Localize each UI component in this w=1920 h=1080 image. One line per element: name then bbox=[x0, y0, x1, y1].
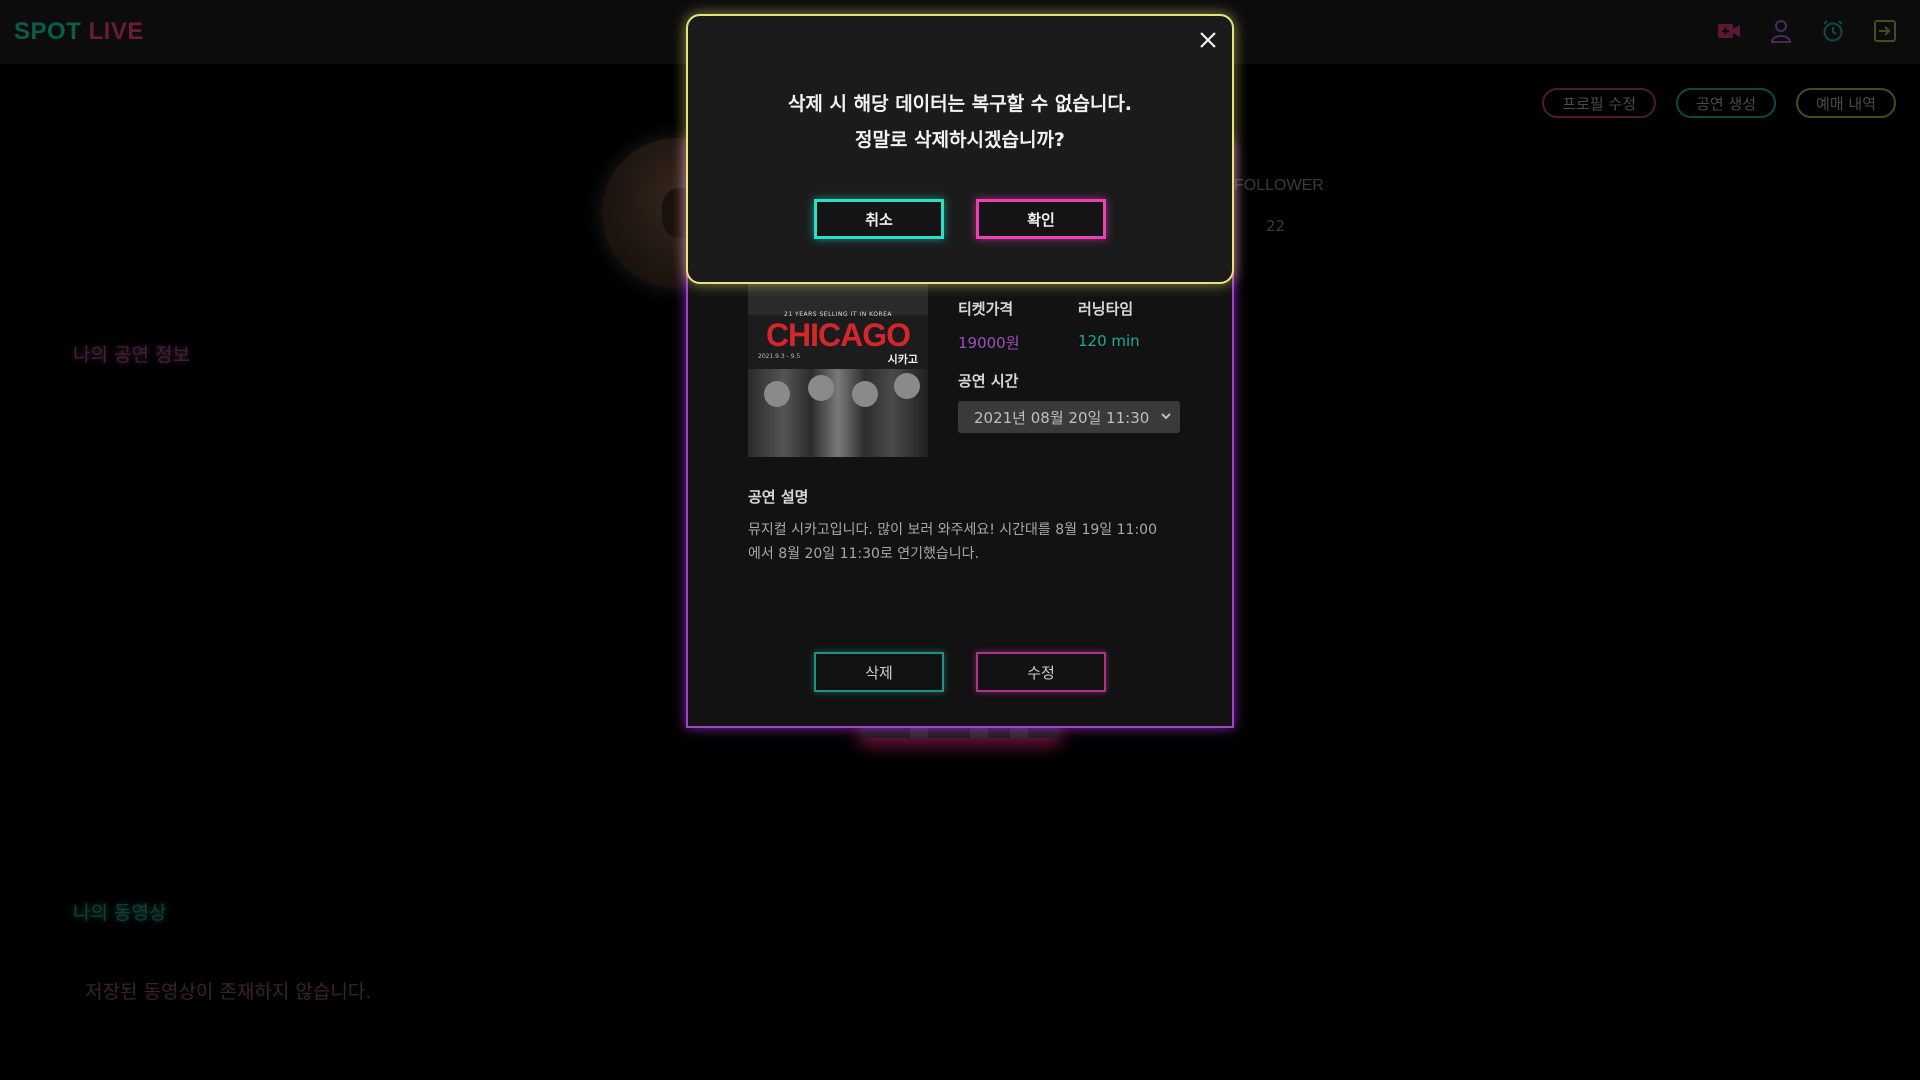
logout-icon[interactable] bbox=[1872, 18, 1898, 44]
follower-count: 22 bbox=[1266, 217, 1286, 235]
edit-button[interactable]: 수정 bbox=[976, 652, 1106, 692]
my-shows-title: 나의 공연 정보 bbox=[73, 344, 190, 366]
create-show-button[interactable]: 공연 생성 bbox=[1676, 88, 1777, 118]
chevron-down-icon bbox=[1160, 409, 1172, 427]
running-time-label: 러닝타임 bbox=[1078, 300, 1134, 318]
confirm-button[interactable]: 확인 bbox=[976, 199, 1106, 239]
my-videos-title: 나의 동영상 bbox=[73, 902, 167, 924]
no-videos-message: 저장된 동영상이 존재하지 않습니다. bbox=[85, 981, 372, 1003]
nav-icons bbox=[1716, 18, 1898, 44]
logo-live: LIVE bbox=[88, 18, 144, 45]
poster-dates: 2021.9.3 - 9.5 bbox=[758, 353, 801, 360]
poster-title: CHICAGO bbox=[765, 317, 911, 353]
edit-profile-button[interactable]: 프로필 수정 bbox=[1542, 88, 1657, 118]
showtime-label: 공연 시간 bbox=[958, 372, 1019, 390]
delete-confirm-dialog: 삭제 시 해당 데이터는 복구할 수 없습니다. 정말로 삭제하시겠습니까? 취… bbox=[686, 14, 1234, 284]
showtime-selected: 2021년 08월 20일 11:30 bbox=[974, 408, 1150, 427]
confirm-message-line1: 삭제 시 해당 데이터는 복구할 수 없습니다. bbox=[787, 93, 1133, 115]
running-time-value: 120 min bbox=[1078, 332, 1140, 350]
description-label: 공연 설명 bbox=[748, 488, 809, 506]
follower-label: FOLLOWER bbox=[1234, 177, 1324, 194]
alarm-clock-icon[interactable] bbox=[1820, 18, 1846, 44]
logo[interactable]: SPOT LIVE bbox=[14, 18, 144, 46]
confirm-message-line2: 정말로 삭제하시겠습니까? bbox=[855, 129, 1065, 151]
user-icon[interactable] bbox=[1768, 18, 1794, 44]
page: SPOT LIVE 프로필 수정 공연 생성 예매 내역 FOLLOWER 22… bbox=[0, 0, 1920, 1080]
ticket-price-label: 티켓가격 bbox=[958, 300, 1014, 318]
close-icon[interactable] bbox=[1196, 28, 1220, 52]
ticket-price-value: 19000원 bbox=[958, 334, 1020, 352]
reservations-button[interactable]: 예매 내역 bbox=[1796, 88, 1896, 118]
show-poster: 21 YEARS SELLING IT IN KOREA CHICAGO 202… bbox=[748, 277, 928, 457]
poster-korean-title: 시카고 bbox=[887, 353, 918, 366]
showtime-select[interactable]: 2021년 08월 20일 11:30 bbox=[958, 401, 1180, 433]
cancel-button[interactable]: 취소 bbox=[814, 199, 944, 239]
video-add-icon[interactable] bbox=[1716, 18, 1742, 44]
confirm-message: 삭제 시 해당 데이터는 복구할 수 없습니다. 정말로 삭제하시겠습니까? bbox=[688, 86, 1232, 158]
logo-spot: SPOT bbox=[14, 18, 82, 45]
description-text: 뮤지컬 시카고입니다. 많이 보러 와주세요! 시간대를 8월 19일 11:0… bbox=[748, 522, 1157, 562]
delete-button[interactable]: 삭제 bbox=[814, 652, 944, 692]
profile-actions: 프로필 수정 공연 생성 예매 내역 bbox=[1542, 88, 1896, 118]
